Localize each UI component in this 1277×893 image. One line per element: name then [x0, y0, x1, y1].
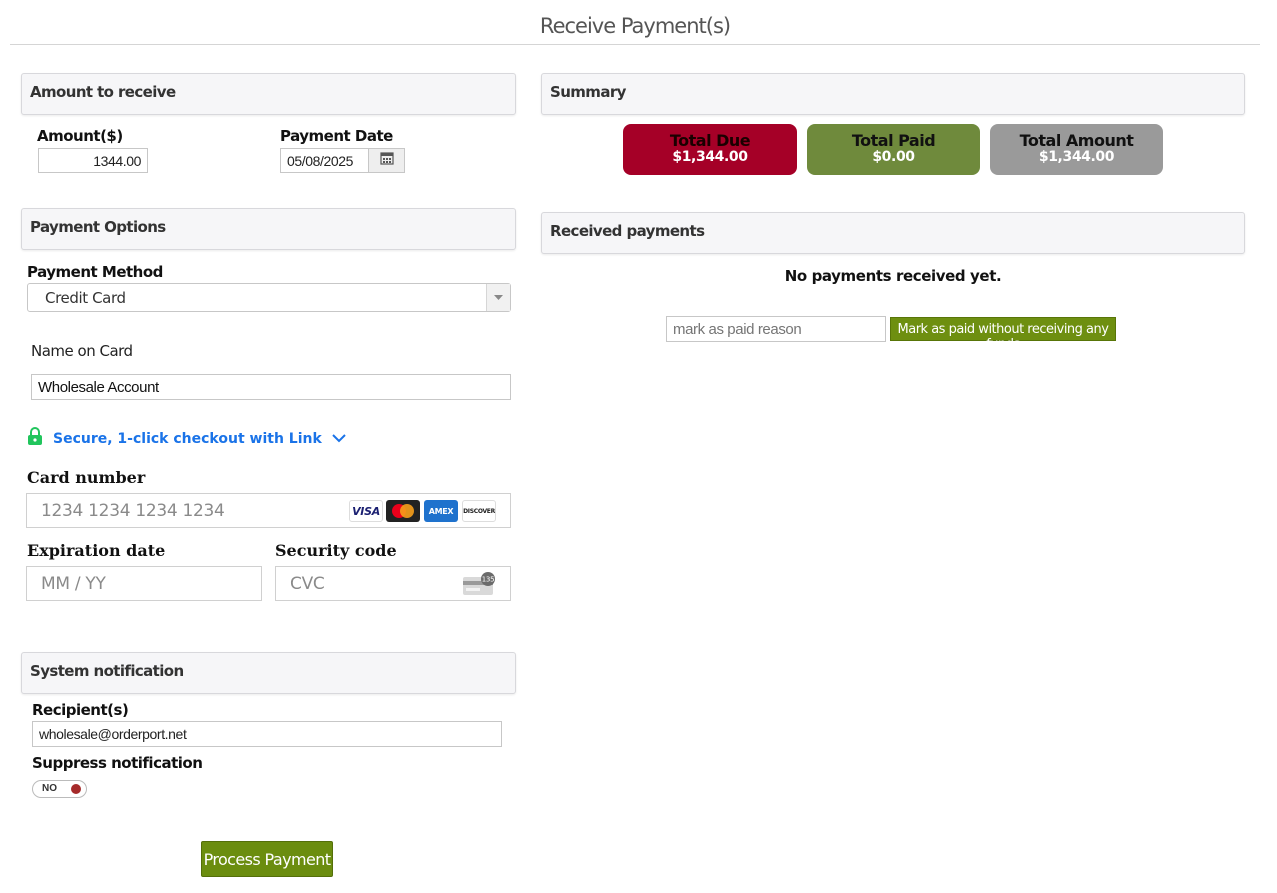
- total-paid-label: Total Paid: [851, 131, 936, 150]
- discover-icon: DISCOVER: [462, 500, 496, 522]
- payment-date-label: Payment Date: [280, 127, 393, 145]
- name-on-card-label: Name on Card: [31, 342, 133, 360]
- suppress-notification-label: Suppress notification: [32, 754, 203, 772]
- total-due-label: Total Due: [669, 131, 751, 150]
- calendar-icon: [379, 151, 394, 170]
- amount-label: Amount($): [37, 127, 123, 145]
- title-divider: [10, 44, 1260, 45]
- expiration-date-label: Expiration date: [27, 541, 166, 560]
- mastercard-icon: [386, 500, 420, 522]
- security-code-label: Security code: [275, 541, 397, 560]
- mark-paid-reason-input[interactable]: [666, 316, 886, 342]
- cvc-card-icon: 135: [463, 572, 497, 601]
- amex-icon: AMEX: [424, 500, 458, 522]
- svg-text:135: 135: [482, 576, 494, 584]
- amount-input[interactable]: [38, 148, 148, 173]
- process-payment-button[interactable]: Process Payment: [201, 841, 333, 877]
- total-due-tile: Total Due $1,344.00: [623, 124, 797, 175]
- security-code-input[interactable]: CVC 135: [275, 566, 511, 601]
- toggle-indicator: [71, 784, 81, 794]
- card-number-label: Card number: [27, 468, 146, 487]
- recipients-label: Recipient(s): [32, 701, 129, 719]
- card-number-input[interactable]: 1234 1234 1234 1234 VISA AMEX DISCOVER: [26, 493, 511, 528]
- total-paid-tile: Total Paid $0.00: [807, 124, 980, 175]
- payment-date-input[interactable]: [280, 148, 369, 173]
- recipients-input[interactable]: [32, 721, 502, 747]
- total-amount-tile: Total Amount $1,344.00: [990, 124, 1163, 175]
- card-number-placeholder: 1234 1234 1234 1234: [41, 501, 225, 521]
- calendar-button[interactable]: [368, 148, 405, 173]
- chevron-down-icon: [332, 430, 346, 448]
- suppress-notification-toggle[interactable]: NO: [32, 780, 87, 798]
- system-notification-heading: System notification: [21, 652, 516, 694]
- no-payments-message: No payments received yet.: [784, 267, 1002, 285]
- expiration-date-input[interactable]: MM / YY: [26, 566, 262, 601]
- summary-heading: Summary: [541, 73, 1245, 115]
- name-on-card-input[interactable]: [31, 374, 511, 400]
- expiration-placeholder: MM / YY: [41, 574, 106, 594]
- chevron-down-icon: [486, 284, 510, 311]
- link-checkout-text: Secure, 1-click checkout with Link: [53, 430, 322, 447]
- amount-panel-heading: Amount to receive: [21, 73, 516, 115]
- payment-options-heading: Payment Options: [21, 208, 516, 250]
- total-due-value: $1,344.00: [672, 149, 748, 165]
- page-title: Receive Payment(s): [539, 14, 731, 38]
- lock-icon: [27, 427, 43, 450]
- visa-icon: VISA: [349, 500, 383, 522]
- payment-method-label: Payment Method: [27, 263, 163, 281]
- toggle-state-label: NO: [42, 783, 57, 794]
- total-amount-value: $1,344.00: [1038, 149, 1115, 165]
- payment-method-value: Credit Card: [45, 289, 126, 307]
- payment-method-select[interactable]: Credit Card: [27, 283, 511, 312]
- link-checkout-toggle[interactable]: Secure, 1-click checkout with Link: [27, 427, 346, 450]
- total-amount-label: Total Amount: [1019, 131, 1134, 150]
- received-payments-heading: Received payments: [541, 212, 1245, 254]
- total-paid-value: $0.00: [872, 149, 915, 165]
- cvc-placeholder: CVC: [290, 574, 325, 594]
- mark-as-paid-button[interactable]: Mark as paid without receiving any funds: [890, 317, 1116, 352]
